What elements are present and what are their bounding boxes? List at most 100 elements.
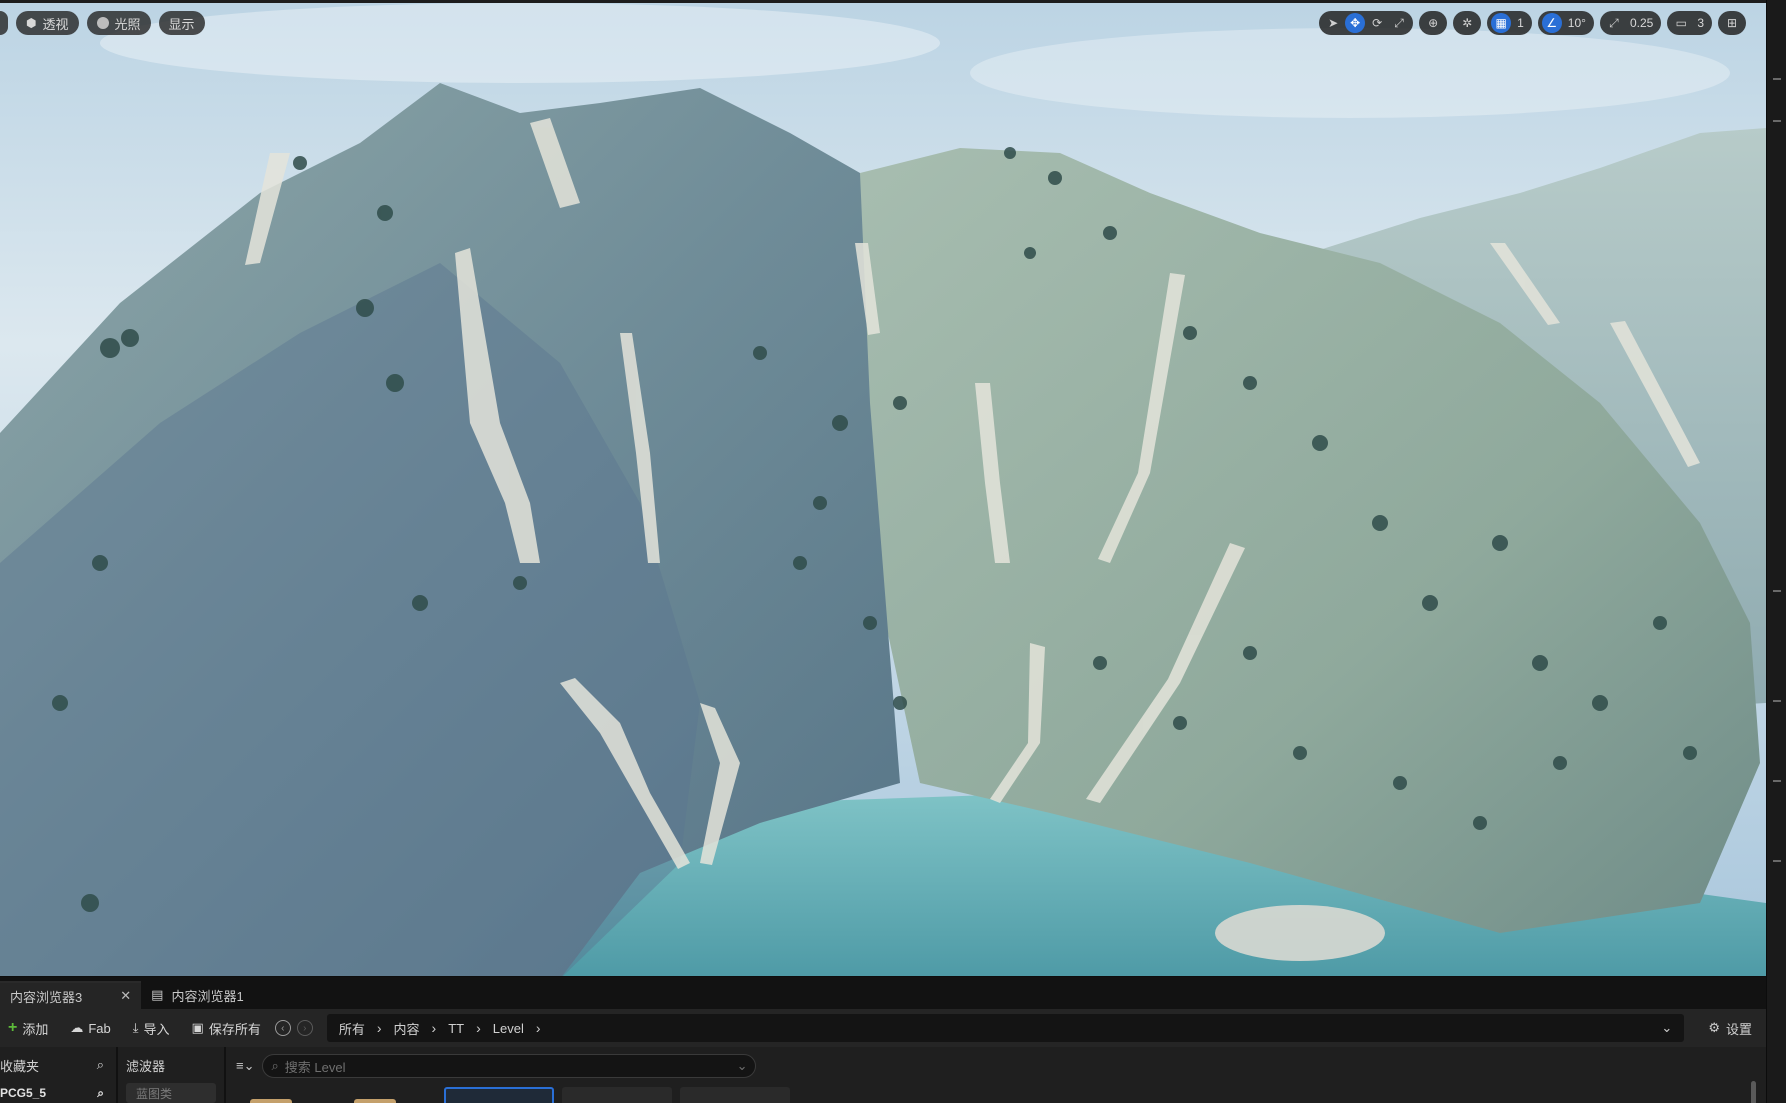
collapse-arrow-icon[interactable] <box>1773 780 1781 782</box>
coordinate-system: ⊕ <box>1419 11 1448 35</box>
filters-title: 滤波器 <box>126 1058 166 1074</box>
select-icon[interactable]: ➤ <box>1323 13 1343 33</box>
rotation-snap-value[interactable]: 10° <box>1564 16 1590 30</box>
gear-icon: ⚙ <box>1708 1020 1720 1035</box>
folder-tile[interactable] <box>340 1087 436 1103</box>
scale-icon[interactable]: ⤢ <box>1389 13 1409 33</box>
tab-content-browser-1[interactable]: ▤ 内容浏览器1 <box>141 981 254 1009</box>
chevron-right-icon[interactable]: › <box>476 1020 481 1036</box>
eye-icon[interactable] <box>1773 120 1781 122</box>
show-label: 显示 <box>168 16 195 32</box>
add-button[interactable]: + 添加 <box>0 1015 56 1041</box>
scale-snap-icon[interactable]: ⤢ <box>1604 13 1624 33</box>
grid-snap-value[interactable]: 1 <box>1513 16 1528 30</box>
perspective-button[interactable]: ⬢ 透视 <box>16 11 79 35</box>
save-icon: ▣ <box>191 1020 204 1035</box>
favorites-title: 收藏夹 <box>0 1058 40 1074</box>
filters-panel: 滤波器 蓝图类 <box>118 1047 226 1103</box>
viewport-options-button[interactable] <box>0 11 8 35</box>
camera-speed: ▭ 3 <box>1667 11 1712 35</box>
fab-label: Fab <box>88 1020 111 1036</box>
breadcrumb-item-tt[interactable]: TT <box>448 1021 464 1036</box>
save-all-label: 保存所有 <box>208 1021 261 1037</box>
scale-snap-value[interactable]: 0.25 <box>1626 16 1657 30</box>
landscape-scene[interactable] <box>0 3 1766 976</box>
surface-snap: ✲ <box>1453 11 1482 35</box>
details-panel-edge <box>1766 0 1786 1103</box>
project-folder-label: PCG5_5 <box>0 1086 47 1100</box>
import-button[interactable]: ⤓ 导入 <box>125 1015 178 1041</box>
grid-snap-icon[interactable]: ▦ <box>1491 13 1512 33</box>
filter-icon[interactable]: ≡⌄ <box>236 1058 254 1074</box>
breadcrumb-item-level[interactable]: Level <box>493 1021 524 1036</box>
world-globe-icon[interactable]: ⊕ <box>1423 13 1443 33</box>
add-label: 添加 <box>22 1021 49 1037</box>
cube-icon: ⬢ <box>26 16 37 30</box>
breadcrumb-item-all[interactable]: 所有 <box>339 1019 365 1038</box>
tab-label: 内容浏览器3 <box>10 989 83 1005</box>
import-icon: ⤓ <box>132 1020 139 1035</box>
chevron-down-icon[interactable]: ⌄ <box>1661 1020 1672 1036</box>
rotate-icon[interactable]: ⟳ <box>1367 13 1387 33</box>
level-viewport[interactable]: ⬢ 透视 光照 显示 ➤ ✥ ⟳ ⤢ ⊕ ✲ ▦ 1 ∠ 10° ⤢ 0.25 … <box>0 0 1766 976</box>
fab-icon: ☁ <box>70 1020 84 1035</box>
import-label: 导入 <box>143 1021 170 1037</box>
grid-snap: ▦ 1 <box>1487 11 1532 35</box>
project-folder-row[interactable]: PCG5_5 ⌕ <box>0 1079 116 1103</box>
save-all-button[interactable]: ▣ 保存所有 <box>184 1015 269 1041</box>
favorites-panel: 收藏夹 ⌕ PCG5_5 ⌕ <box>0 1047 118 1103</box>
layout: ⊞ <box>1718 11 1746 35</box>
forward-icon[interactable]: › <box>296 1020 313 1036</box>
search-icon: ⌕ <box>271 1058 279 1073</box>
asset-scrollbar[interactable] <box>1751 1081 1756 1103</box>
camera-icon[interactable]: ▭ <box>1671 13 1691 33</box>
viewport-left-toolbar: ⬢ 透视 光照 显示 <box>0 11 205 35</box>
scale-snap: ⤢ 0.25 <box>1599 11 1662 35</box>
collapse-arrow-icon[interactable] <box>1773 700 1781 702</box>
viewport-layout-icon[interactable]: ⊞ <box>1722 13 1742 33</box>
surface-snap-icon[interactable]: ✲ <box>1457 13 1477 33</box>
show-button[interactable]: 显示 <box>158 11 205 35</box>
asset-tile-selected[interactable] <box>444 1087 554 1103</box>
content-browser-body: 收藏夹 ⌕ PCG5_5 ⌕ 滤波器 蓝图类 ≡⌄ ⌕ 搜索 Level ⌄ <box>0 1047 1766 1103</box>
search-icon[interactable]: ⌕ <box>97 1057 104 1073</box>
lit-sphere-icon <box>96 17 109 29</box>
settings-button[interactable]: ⚙ 设置 <box>1690 1019 1766 1038</box>
angle-icon[interactable]: ∠ <box>1541 13 1562 33</box>
translate-icon[interactable]: ✥ <box>1345 13 1366 33</box>
filter-chip-blueprint-class[interactable]: 蓝图类 <box>126 1083 216 1103</box>
tab-content-browser-3[interactable]: 内容浏览器3 ✕ <box>0 981 142 1009</box>
viewport-right-toolbar: ➤ ✥ ⟳ ⤢ ⊕ ✲ ▦ 1 ∠ 10° ⤢ 0.25 ▭ 3 ⊞ <box>1319 11 1746 35</box>
collapse-arrow-icon[interactable] <box>1773 590 1781 592</box>
chevron-right-icon[interactable]: › <box>536 1020 541 1036</box>
camera-speed-value[interactable]: 3 <box>1693 16 1708 30</box>
content-browser: 内容浏览器3 ✕ ▤ 内容浏览器1 + 添加 ☁ Fab ⤓ 导入 ▣ 保存所有… <box>0 976 1766 1103</box>
lighting-button[interactable]: 光照 <box>86 11 151 35</box>
collapse-arrow-icon[interactable] <box>1773 860 1781 862</box>
close-icon[interactable]: ✕ <box>120 988 131 1004</box>
editor-window: ⬢ 透视 光照 显示 ➤ ✥ ⟳ ⤢ ⊕ ✲ ▦ 1 ∠ 10° ⤢ 0.25 … <box>0 0 1786 1103</box>
folder-tile[interactable] <box>236 1087 332 1103</box>
settings-label: 设置 <box>1725 1021 1752 1037</box>
search-input[interactable]: ⌕ 搜索 Level ⌄ <box>262 1054 757 1078</box>
breadcrumb-item-content[interactable]: 内容 <box>394 1019 420 1038</box>
chevron-down-icon[interactable]: ⌄ <box>737 1058 748 1074</box>
asset-tile[interactable] <box>562 1087 672 1103</box>
chevron-right-icon[interactable]: › <box>377 1020 382 1036</box>
chevron-right-icon[interactable]: › <box>432 1020 437 1036</box>
plus-icon: + <box>8 1019 18 1036</box>
asset-view: ≡⌄ ⌕ 搜索 Level ⌄ <box>226 1047 1766 1103</box>
breadcrumb: 所有 › 内容 › TT › Level › ⌄ <box>326 1014 1685 1042</box>
favorites-header[interactable]: 收藏夹 ⌕ <box>0 1051 116 1079</box>
fab-button[interactable]: ☁ Fab <box>62 1015 118 1041</box>
transform-tools: ➤ ✥ ⟳ ⤢ <box>1319 11 1414 35</box>
content-browser-tabs: 内容浏览器3 ✕ ▤ 内容浏览器1 <box>0 977 1766 1009</box>
content-browser-icon: ▤ <box>151 987 164 1002</box>
tab-label: 内容浏览器1 <box>171 988 244 1004</box>
rotation-snap: ∠ 10° <box>1537 11 1594 35</box>
back-icon[interactable]: ‹ <box>274 1020 291 1036</box>
asset-tile[interactable] <box>680 1087 790 1103</box>
search-placeholder: 搜索 Level <box>284 1059 346 1075</box>
search-icon[interactable]: ⌕ <box>97 1086 104 1101</box>
eye-icon[interactable] <box>1773 78 1781 80</box>
